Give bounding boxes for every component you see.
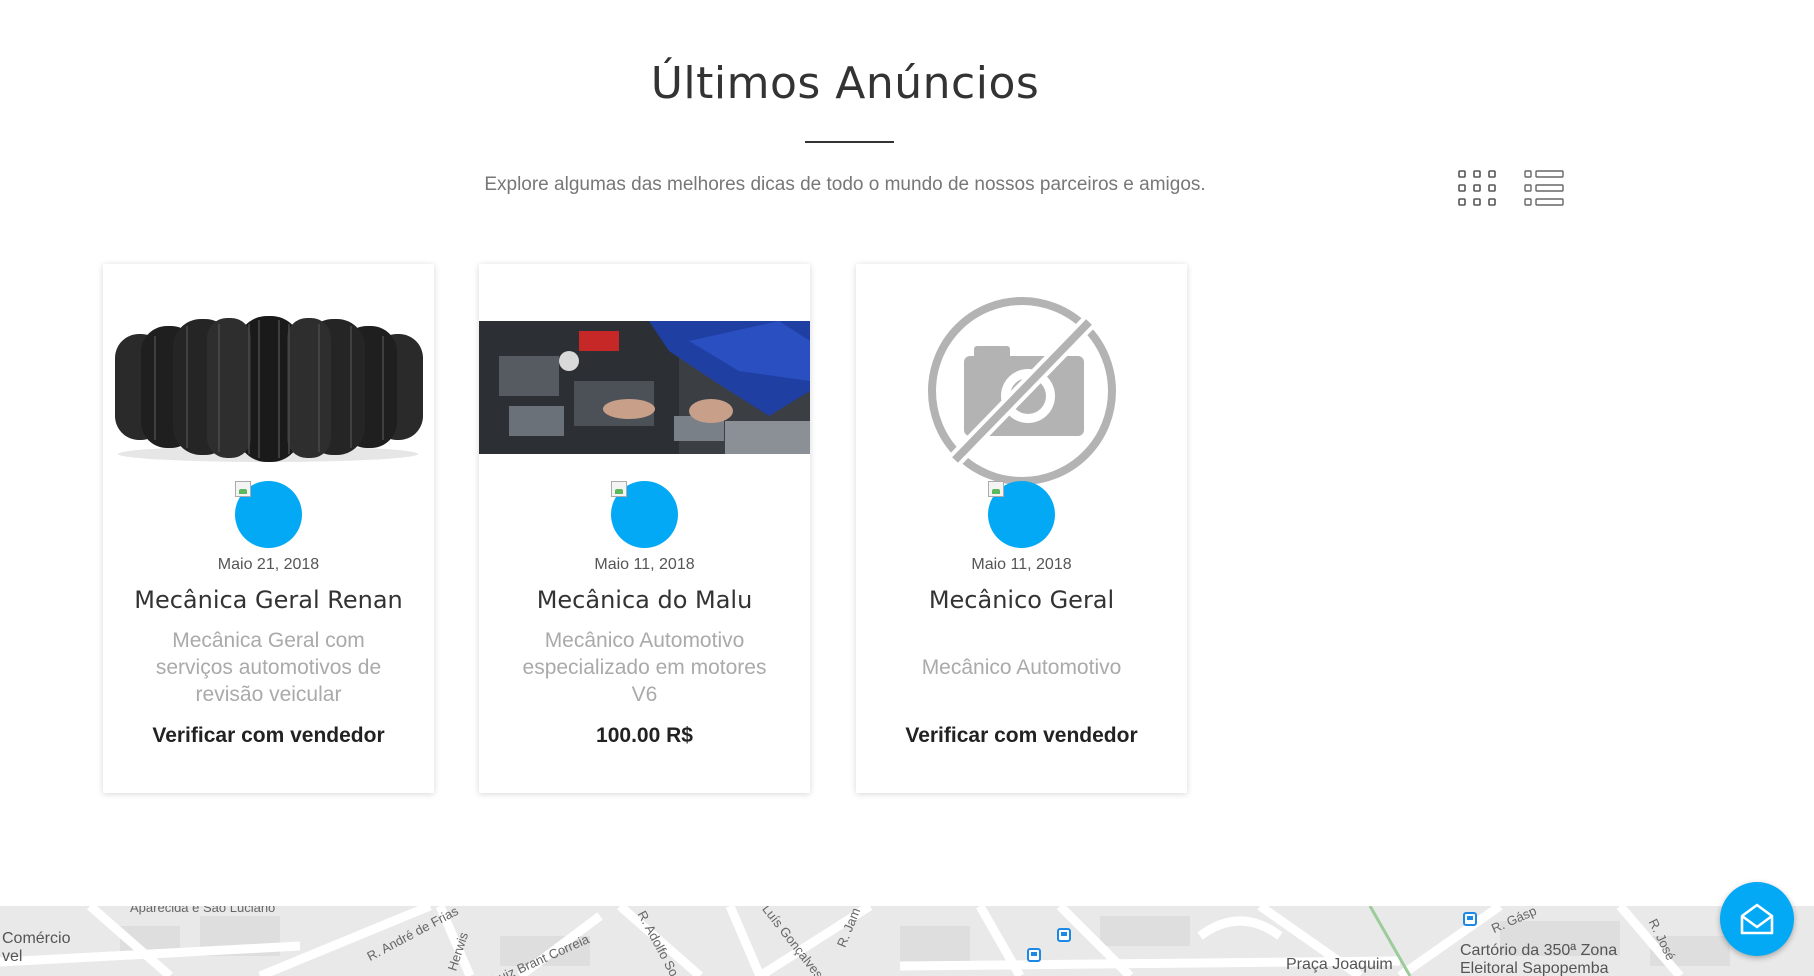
map-label: Aparecida e São Luciano (130, 906, 276, 915)
list-view-icon[interactable] (1524, 170, 1564, 206)
listing-price: Verificar com vendedor (905, 724, 1138, 747)
map[interactable]: Comércio vel Aparecida e São Luciano R. … (0, 906, 1814, 976)
listing-description: Mecânico Automotivo especializado em mot… (522, 628, 767, 706)
listing-price: 100.00 R$ (596, 724, 693, 747)
section-subtitle: Explore algumas das melhores dicas de to… (484, 174, 1206, 195)
map-label: Comércio (2, 930, 71, 947)
map-label: vel (2, 948, 23, 965)
broken-image-icon (611, 481, 627, 497)
bus-stop-icon[interactable] (1027, 948, 1041, 962)
chat-button[interactable] (1720, 882, 1794, 956)
listing-card[interactable]: Maio 11, 2018 Mecânica do Malu Mecânico … (479, 264, 810, 793)
listing-description: Mecânico Automotivo (921, 655, 1122, 679)
map-label: Eleitoral Sapopemba (1460, 960, 1609, 976)
listing-card[interactable]: Maio 21, 2018 Mecânica Geral Renan Mecân… (103, 264, 434, 793)
title-divider (805, 141, 894, 143)
tires-photo[interactable] (103, 264, 434, 499)
no-photo-icon[interactable] (856, 264, 1187, 499)
avatar[interactable] (611, 481, 678, 548)
bus-stop-icon[interactable] (1463, 912, 1477, 926)
map-label: Praça Joaquim (1286, 956, 1393, 973)
listing-price: Verificar com vendedor (152, 724, 385, 747)
grid-view-icon[interactable] (1458, 170, 1496, 206)
listing-title[interactable]: Mecânico Geral (856, 586, 1187, 614)
section-title: Últimos Anúncios (650, 58, 1040, 109)
listing-date: Maio 21, 2018 (217, 556, 320, 573)
avatar[interactable] (235, 481, 302, 548)
envelope-icon (1740, 903, 1774, 935)
map-label: Cartório da 350ª Zona (1460, 942, 1618, 959)
listing-date: Maio 11, 2018 (971, 556, 1072, 573)
bus-stop-icon[interactable] (1057, 928, 1071, 942)
listing-date: Maio 11, 2018 (594, 556, 695, 573)
mechanic-engine-photo[interactable] (479, 264, 810, 499)
listing-card[interactable]: Maio 11, 2018 Mecânico Geral Mecânico Au… (856, 264, 1187, 793)
listing-title[interactable]: Mecânica Geral Renan (103, 586, 434, 614)
listing-description: Mecânica Geral com serviços automotivos … (155, 628, 382, 706)
avatar[interactable] (988, 481, 1055, 548)
broken-image-icon (988, 481, 1004, 497)
broken-image-icon (235, 481, 251, 497)
listing-title[interactable]: Mecânica do Malu (479, 586, 810, 614)
